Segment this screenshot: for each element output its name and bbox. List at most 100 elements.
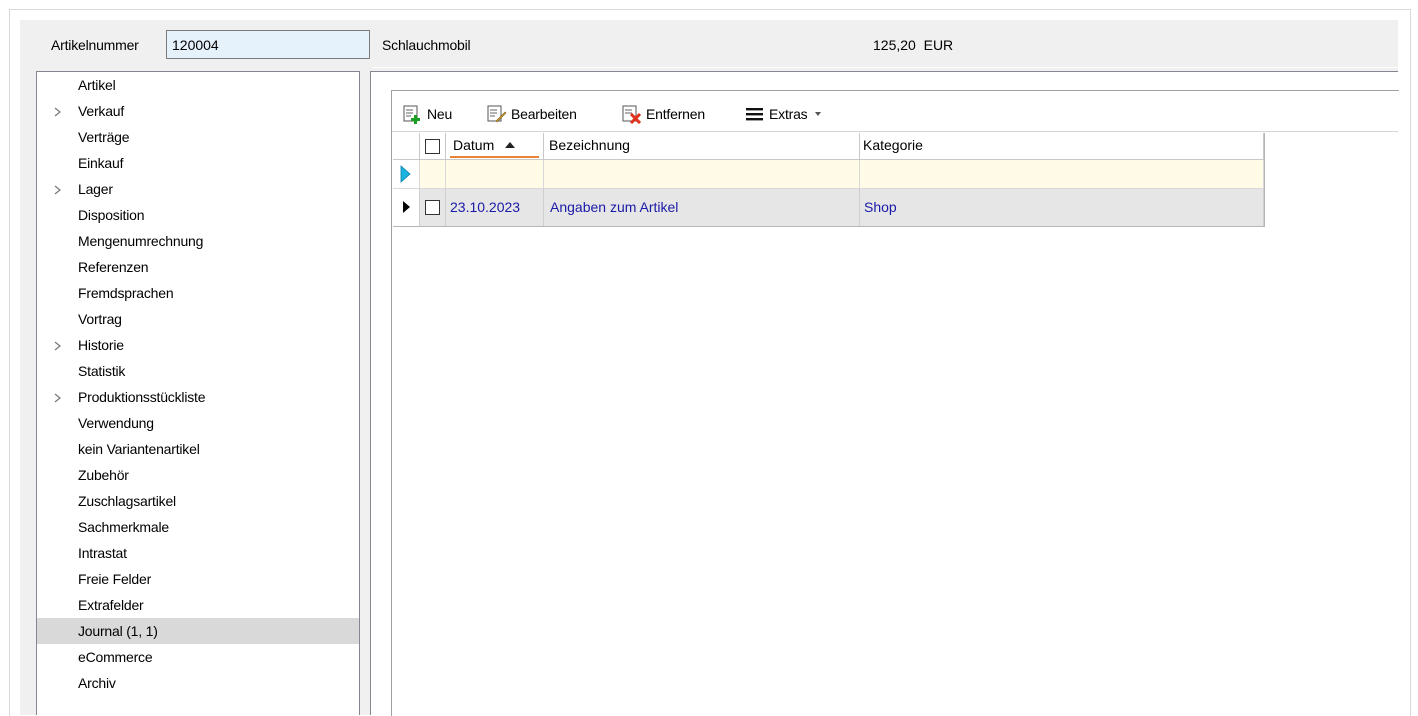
nav-item-label: Mengenumrechnung (78, 233, 204, 249)
new-row-cell[interactable] (446, 160, 544, 189)
edit-button[interactable]: Bearbeiten (487, 102, 577, 126)
nav-item-label: Disposition (78, 207, 145, 223)
column-header-datum[interactable]: Datum (446, 133, 544, 160)
nav-item-verwendung[interactable]: Verwendung (37, 410, 359, 436)
current-row-indicator (393, 189, 420, 226)
article-number-field[interactable]: 120004 (166, 30, 370, 59)
new-row-arrow-icon (400, 165, 411, 183)
nav-item-label: Zubehör (78, 467, 129, 483)
nav-item-extrafelder[interactable]: Extrafelder (37, 592, 359, 618)
nav-item-zuschlagsartikel[interactable]: Zuschlagsartikel (37, 488, 359, 514)
nav-item-label: kein Variantenartikel (78, 441, 200, 457)
hamburger-menu-icon (746, 108, 763, 121)
nav-item-verkauf[interactable]: Verkauf (37, 98, 359, 124)
nav-item-label: Artikel (78, 77, 116, 93)
column-header-label: Datum (453, 137, 495, 153)
cell-value: 23.10.2023 (450, 199, 521, 215)
add-document-icon (403, 105, 420, 124)
nav-item-einkauf[interactable]: Einkauf (37, 150, 359, 176)
select-all-checkbox[interactable] (425, 139, 440, 154)
nav-item-vortrag[interactable]: Vortrag (37, 306, 359, 332)
nav-item-label: Lager (78, 181, 113, 197)
delete-document-icon (622, 105, 642, 124)
nav-item-label: eCommerce (78, 649, 153, 665)
new-button-label: Neu (427, 106, 453, 122)
cell-kategorie[interactable]: Shop (860, 189, 1264, 226)
nav-item-label: Zuschlagsartikel (78, 493, 176, 509)
nav-item-mengenumrechnung[interactable]: Mengenumrechnung (37, 228, 359, 254)
nav-item-label: Fremdsprachen (78, 285, 174, 301)
sort-indicator-underline (450, 156, 539, 158)
chevron-right-icon[interactable] (52, 176, 64, 202)
nav-item-produktionsstueckliste[interactable]: Produktionsstückliste (37, 384, 359, 410)
dropdown-arrow-icon (815, 112, 822, 116)
extras-button-label: Extras (769, 106, 808, 122)
nav-item-freie-felder[interactable]: Freie Felder (37, 566, 359, 592)
nav-item-label: Extrafelder (78, 597, 144, 613)
nav-item-label: Vortrag (78, 311, 122, 327)
chevron-right-icon[interactable] (52, 98, 64, 124)
nav-item-label: Intrastat (78, 545, 127, 561)
edit-button-label: Bearbeiten (511, 106, 577, 122)
nav-item-label: Verwendung (78, 415, 154, 431)
nav-item-artikel[interactable]: Artikel (37, 72, 359, 98)
header-divider (372, 67, 1398, 68)
nav-item-label: Archiv (78, 675, 116, 691)
article-price: 125,20 EUR (873, 37, 953, 53)
chevron-right-icon[interactable] (52, 384, 64, 410)
nav-item-label: Einkauf (78, 155, 124, 171)
nav-item-ecommerce[interactable]: eCommerce (37, 644, 359, 670)
journal-grid[interactable]: Datum Bezeichnung Kategorie 23.10.2023 A… (393, 133, 1265, 227)
currency: EUR (923, 37, 954, 53)
row-indicator-header (393, 133, 420, 160)
nav-item-journal[interactable]: Journal (1, 1) (37, 618, 359, 644)
nav-item-disposition[interactable]: Disposition (37, 202, 359, 228)
new-row-cell[interactable] (860, 160, 1264, 189)
cell-bezeichnung[interactable]: Angaben zum Artikel (544, 189, 860, 226)
nav-item-label: Produktionsstückliste (78, 389, 206, 405)
nav-item-lager[interactable]: Lager (37, 176, 359, 202)
article-name: Schlauchmobil (382, 37, 471, 53)
nav-item-archiv[interactable]: Archiv (37, 670, 359, 696)
article-nav-tree[interactable]: Artikel Verkauf Verträge Einkauf Lager D… (36, 71, 360, 715)
chevron-right-icon[interactable] (52, 332, 64, 358)
nav-item-intrastat[interactable]: Intrastat (37, 540, 359, 566)
cell-datum[interactable]: 23.10.2023 (446, 189, 544, 226)
toolbar-separator (392, 131, 1398, 132)
new-row-cell[interactable] (544, 160, 860, 189)
nav-item-kein-variantenartikel[interactable]: kein Variantenartikel (37, 436, 359, 462)
nav-item-label: Statistik (78, 363, 126, 379)
article-number-label: Artikelnummer (51, 37, 139, 53)
cell-value: Shop (864, 199, 897, 215)
select-all-header[interactable] (420, 133, 446, 160)
delete-button[interactable]: Entfernen (622, 102, 705, 126)
nav-item-label: Historie (78, 337, 124, 353)
price-value: 125,20 (873, 37, 916, 53)
new-row-cell[interactable] (420, 160, 446, 189)
nav-item-sachmerkmale[interactable]: Sachmerkmale (37, 514, 359, 540)
nav-item-label: Verträge (78, 129, 130, 145)
nav-item-referenzen[interactable]: Referenzen (37, 254, 359, 280)
row-checkbox[interactable] (425, 200, 440, 215)
column-header-bezeichnung[interactable]: Bezeichnung (544, 133, 860, 160)
nav-item-label: Freie Felder (78, 571, 152, 587)
column-header-label: Kategorie (863, 137, 923, 153)
cell-value: Angaben zum Artikel (550, 199, 679, 215)
new-button[interactable]: Neu (403, 102, 452, 126)
nav-item-fremdsprachen[interactable]: Fremdsprachen (37, 280, 359, 306)
nav-item-statistik[interactable]: Statistik (37, 358, 359, 384)
nav-item-vertraege[interactable]: Verträge (37, 124, 359, 150)
column-header-label: Bezeichnung (549, 137, 630, 153)
extras-menu-button[interactable]: Extras (745, 102, 825, 126)
nav-item-historie[interactable]: Historie (37, 332, 359, 358)
nav-item-label: Verkauf (78, 103, 125, 119)
nav-item-label: Referenzen (78, 259, 149, 275)
edit-document-icon (487, 105, 507, 123)
nav-item-zubehoer[interactable]: Zubehör (37, 462, 359, 488)
sort-ascending-icon (505, 142, 516, 148)
column-header-kategorie[interactable]: Kategorie (860, 133, 1264, 160)
nav-item-label: Sachmerkmale (78, 519, 169, 535)
table-row-select[interactable] (420, 189, 446, 226)
nav-item-label: Journal (1, 1) (78, 623, 158, 639)
delete-button-label: Entfernen (646, 106, 705, 122)
